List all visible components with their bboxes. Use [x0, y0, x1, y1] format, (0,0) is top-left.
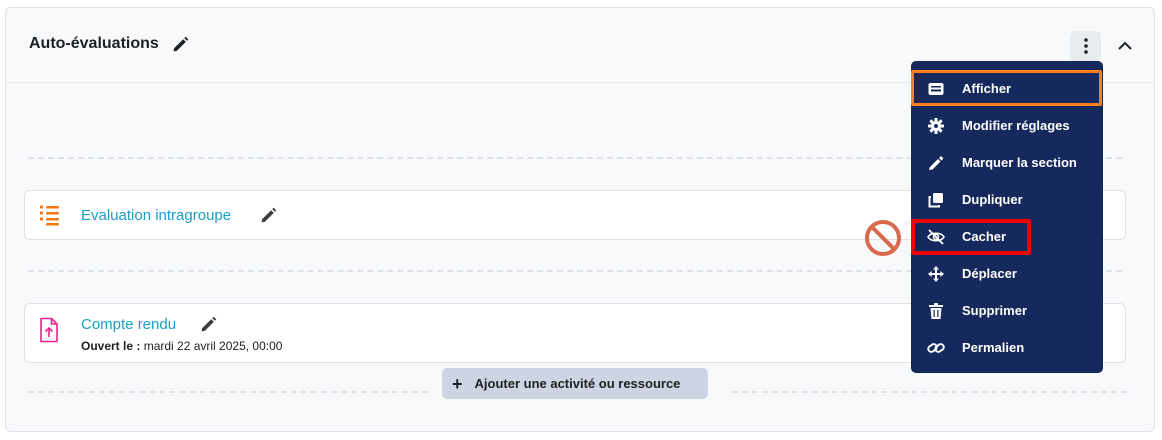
add-divider-left [28, 391, 428, 393]
section-title: Auto-évaluations [29, 35, 159, 52]
add-activity-button[interactable]: + Ajouter une activité ou ressource [442, 368, 708, 399]
show-icon [927, 80, 945, 98]
menu-item-label: Modifier réglages [962, 118, 1070, 133]
menu-item-permalien[interactable]: Permalien [911, 329, 1103, 366]
menu-item-label: Supprimer [962, 303, 1028, 318]
open-date-label: Ouvert le : [81, 339, 141, 353]
edit-section-title-pencil-icon[interactable] [172, 36, 189, 53]
move-arrows-icon [927, 265, 945, 283]
plus-icon: + [452, 373, 463, 394]
menu-item-label: Afficher [962, 81, 1012, 96]
edit-activity-name-pencil-icon[interactable] [260, 207, 277, 224]
menu-item-cacher[interactable]: Cacher [911, 218, 1103, 255]
menu-item-label: Dupliquer [962, 192, 1023, 207]
prohibited-icon [865, 220, 901, 256]
activity-open-date: Ouvert le : mardi 22 avril 2025, 00:00 [81, 339, 282, 353]
edit-activity-name-pencil-icon[interactable] [200, 316, 217, 333]
activity-link[interactable]: Evaluation intragroupe [81, 207, 231, 224]
menu-item-label: Marquer la section [962, 155, 1077, 170]
feedback-list-icon [40, 205, 59, 226]
link-icon [927, 339, 945, 357]
eye-slash-icon [927, 228, 945, 246]
section-actions-dropdown: Afficher Modifier réglages Marquer la se… [911, 61, 1103, 373]
menu-item-dupliquer[interactable]: Dupliquer [911, 181, 1103, 218]
menu-item-afficher[interactable]: Afficher [911, 70, 1103, 107]
kebab-icon [1083, 38, 1088, 54]
add-divider-right [732, 391, 1127, 393]
menu-item-label: Déplacer [962, 266, 1017, 281]
menu-item-marquer-section[interactable]: Marquer la section [911, 144, 1103, 181]
menu-item-modifier-reglages[interactable]: Modifier réglages [911, 107, 1103, 144]
menu-item-label: Permalien [962, 340, 1025, 355]
menu-item-supprimer[interactable]: Supprimer [911, 292, 1103, 329]
open-date-value: mardi 22 avril 2025, 00:00 [140, 339, 283, 353]
trash-icon [927, 302, 945, 320]
collapse-chevron-up-icon[interactable] [1113, 34, 1137, 58]
menu-item-label: Cacher [962, 229, 1007, 244]
section-actions-menu-button[interactable] [1070, 31, 1101, 61]
activity-link[interactable]: Compte rendu [81, 316, 176, 333]
add-activity-label: Ajouter une activité ou ressource [474, 376, 681, 391]
gear-icon [927, 117, 945, 135]
assignment-upload-icon [40, 317, 58, 343]
menu-item-deplacer[interactable]: Déplacer [911, 255, 1103, 292]
duplicate-icon [927, 191, 945, 209]
highlight-pen-icon [927, 154, 945, 172]
